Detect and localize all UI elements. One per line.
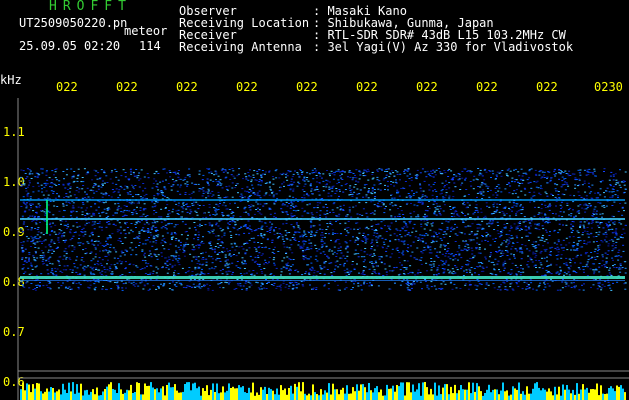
band-0-79 bbox=[20, 280, 625, 281]
spectrogram bbox=[17, 98, 629, 400]
meteor-echo-mark bbox=[46, 200, 48, 234]
noise-field bbox=[20, 168, 627, 291]
band-0-96 bbox=[20, 199, 625, 201]
band-0-80 bbox=[20, 276, 625, 279]
band-0-92 bbox=[20, 218, 625, 220]
bottom-signal-bars bbox=[20, 382, 626, 400]
